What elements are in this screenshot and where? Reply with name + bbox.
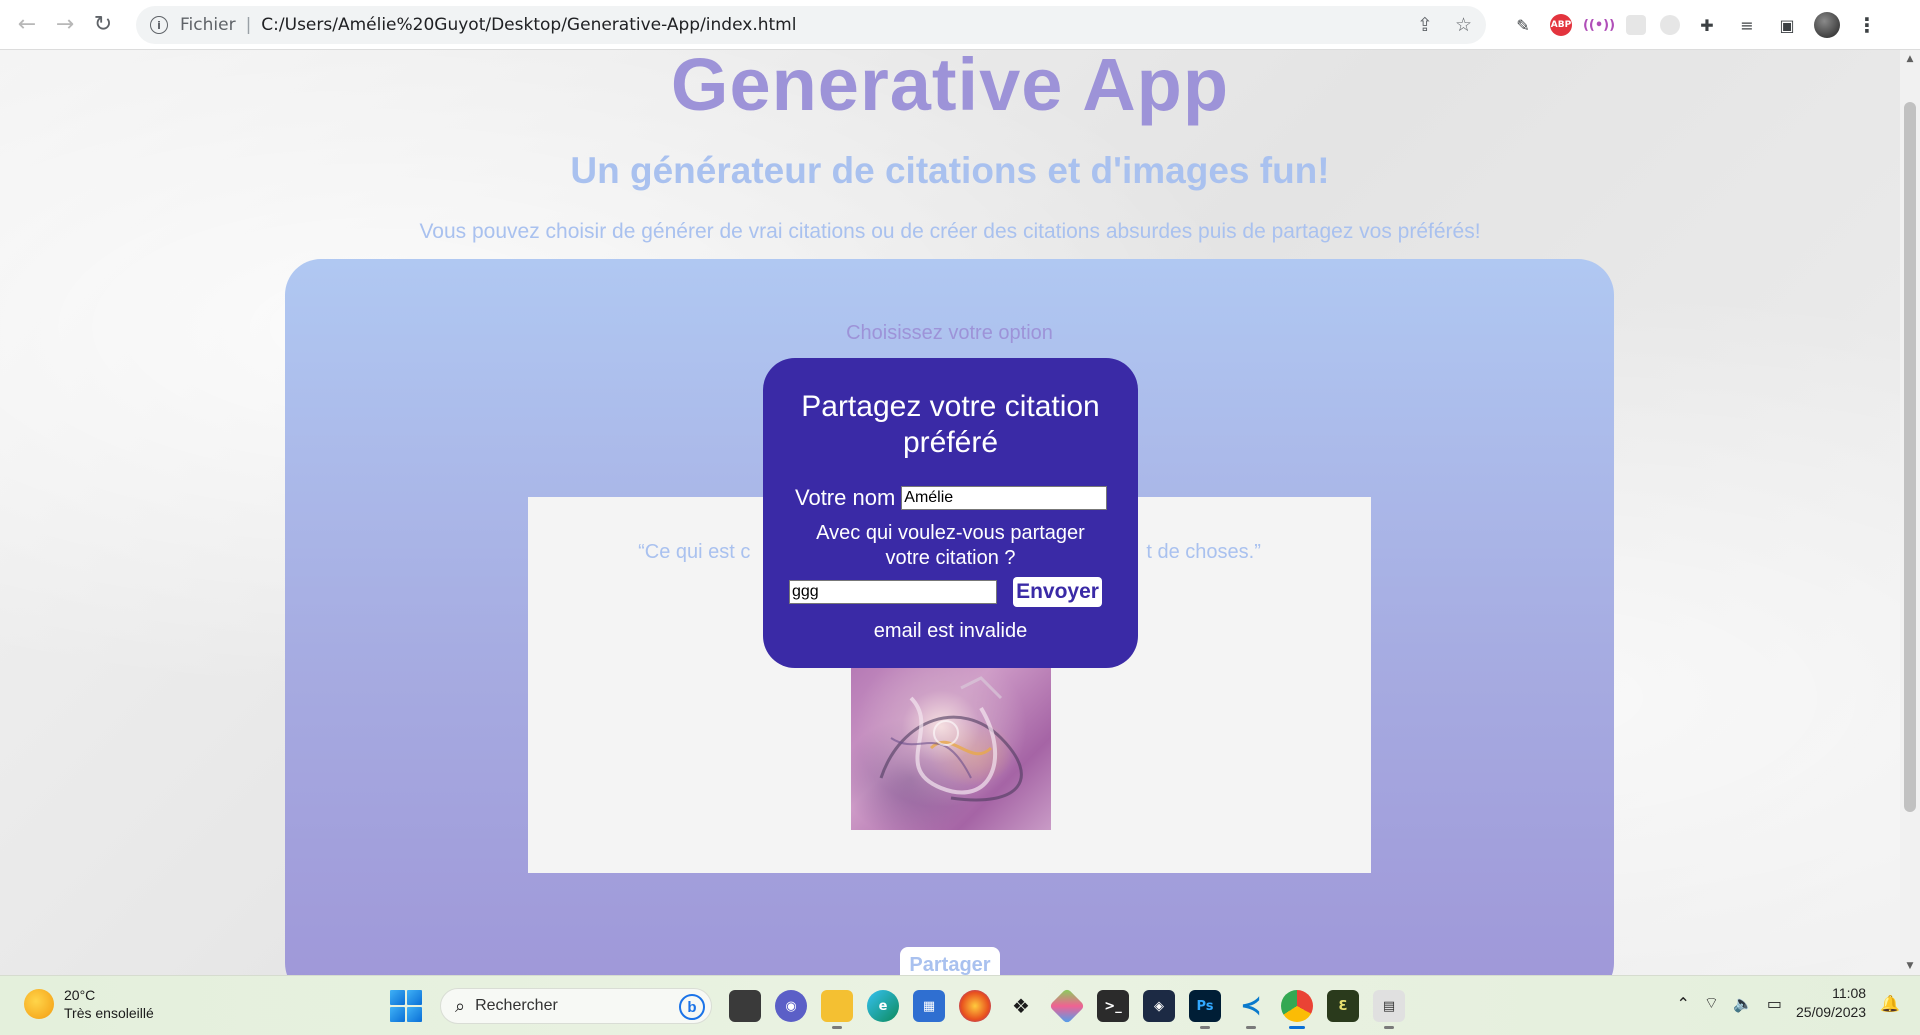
generated-image: [851, 658, 1051, 830]
email-error-message: email est invalide: [873, 620, 1028, 642]
terminal-icon[interactable]: >_: [1097, 990, 1129, 1022]
adblock-icon[interactable]: ABP: [1550, 14, 1572, 36]
clock-time: 11:08: [1832, 985, 1867, 1001]
store-icon[interactable]: ▦: [913, 990, 945, 1022]
url-text[interactable]: C:/Users/Amélie%20Guyot/Desktop/Generati…: [261, 15, 796, 35]
email-input[interactable]: [789, 580, 997, 604]
page-title: Generative App: [670, 50, 1230, 126]
chrome-icon[interactable]: [1281, 990, 1313, 1029]
battery-icon[interactable]: ▭: [1767, 994, 1782, 1013]
gitkraken-icon[interactable]: [1048, 987, 1086, 1025]
taskbar-search[interactable]: ⌕ Rechercher b: [440, 988, 712, 1024]
clock[interactable]: 11:08 25/09/2023: [1796, 984, 1866, 1022]
name-input[interactable]: [901, 486, 1108, 510]
quote-text-left: “Ce qui est c: [638, 541, 751, 563]
taskbar-apps: ⌕ Rechercher b ◉ e ▦ ❖ >_ ◈ Ps ≺ Ɛ ▤: [390, 985, 1412, 1029]
back-arrow-icon[interactable]: ←: [8, 6, 46, 44]
reload-icon[interactable]: ↻: [84, 6, 122, 44]
send-button[interactable]: Envoyer: [1013, 577, 1102, 607]
notification-bell-icon[interactable]: 🔔: [1880, 994, 1900, 1013]
edge-icon[interactable]: e: [867, 990, 899, 1022]
share-icon[interactable]: ⇪: [1417, 14, 1433, 36]
file-explorer-icon[interactable]: [821, 990, 853, 1029]
weather-description: Très ensoleillé: [64, 1005, 154, 1021]
clock-date: 25/09/2023: [1796, 1004, 1867, 1020]
scroll-thumb[interactable]: [1904, 102, 1916, 812]
page-subtitle: Un générateur de citations et d'images f…: [570, 150, 1330, 191]
photoshop-icon[interactable]: Ps: [1189, 990, 1221, 1029]
adblock-label: ABP: [1550, 20, 1572, 30]
notepad-icon[interactable]: ▤: [1373, 990, 1405, 1029]
address-separator: |: [245, 15, 252, 35]
email-row: Envoyer: [789, 577, 1102, 607]
browser-toolbar: ← → ↻ i Fichier | C:/Users/Amélie%20Guyo…: [0, 0, 1920, 50]
extension-icon-2[interactable]: [1660, 15, 1680, 35]
name-label: Votre nom: [795, 485, 896, 510]
choose-option-label: Choisissez votre option: [846, 322, 1053, 344]
app-icon-e[interactable]: Ɛ: [1327, 990, 1359, 1022]
quote-text-right: t de choses.”: [1146, 541, 1261, 563]
generated-image-strokes: [879, 676, 1023, 802]
name-row: Votre nom: [795, 485, 1108, 511]
playlist-icon[interactable]: ≡: [1734, 12, 1760, 38]
extension-icon[interactable]: [1626, 15, 1646, 35]
page-viewport: Generative App Un générateur de citation…: [0, 50, 1920, 975]
dropbox-icon[interactable]: ❖: [1005, 990, 1037, 1022]
eyedropper-icon[interactable]: ✎: [1510, 12, 1536, 38]
task-view-icon[interactable]: [729, 990, 761, 1022]
star-icon[interactable]: ☆: [1455, 14, 1472, 36]
scroll-down-arrow-icon[interactable]: ▼: [1900, 957, 1920, 975]
volume-icon[interactable]: 🔈: [1733, 994, 1753, 1013]
share-question: Avec qui voulez-vous partager votre cita…: [816, 522, 1085, 569]
bing-icon[interactable]: b: [679, 994, 705, 1020]
github-desktop-icon[interactable]: ◈: [1143, 990, 1175, 1022]
search-icon: ⌕: [455, 995, 466, 1017]
forward-arrow-icon[interactable]: →: [46, 6, 84, 44]
page-scrollbar[interactable]: ▲ ▼: [1900, 50, 1920, 975]
chevron-up-icon[interactable]: ⌃: [1677, 994, 1690, 1013]
radio-icon[interactable]: ((•)): [1583, 12, 1615, 38]
info-icon[interactable]: i: [150, 16, 168, 34]
chat-icon[interactable]: ◉: [775, 990, 807, 1022]
page-description: Vous pouvez choisir de générer de vrai c…: [419, 220, 1481, 243]
firefox-icon[interactable]: [959, 990, 991, 1022]
puzzle-icon[interactable]: ✚: [1694, 12, 1720, 38]
modal-title: Partagez votre citation préféré: [801, 390, 1100, 459]
taskbar: 20°C Très ensoleillé ⌕ Rechercher b ◉ e …: [0, 975, 1920, 1035]
vscode-icon[interactable]: ≺: [1235, 990, 1267, 1029]
scheme-label: Fichier: [180, 15, 236, 35]
address-bar[interactable]: i Fichier | C:/Users/Amélie%20Guyot/Desk…: [136, 6, 1486, 44]
share-button[interactable]: Partager: [900, 947, 1000, 975]
share-modal: Partagez votre citation préféré Votre no…: [763, 358, 1138, 668]
menu-dots-icon[interactable]: ⋮: [1854, 12, 1880, 38]
windows-start-icon[interactable]: [390, 990, 422, 1022]
profile-avatar[interactable]: [1814, 12, 1840, 38]
sidepanel-icon[interactable]: ▣: [1774, 12, 1800, 38]
weather-widget[interactable]: 20°C Très ensoleillé: [24, 986, 154, 1022]
sun-icon: [24, 989, 54, 1019]
temperature: 20°C: [64, 987, 96, 1003]
taskbar-search-placeholder: Rechercher: [475, 997, 558, 1014]
system-tray: ⌃ ⌔ 🔈 ▭ 11:08 25/09/2023 🔔: [1677, 984, 1901, 1022]
wifi-icon[interactable]: ⌔: [1704, 993, 1719, 1013]
scroll-up-arrow-icon[interactable]: ▲: [1900, 50, 1920, 68]
